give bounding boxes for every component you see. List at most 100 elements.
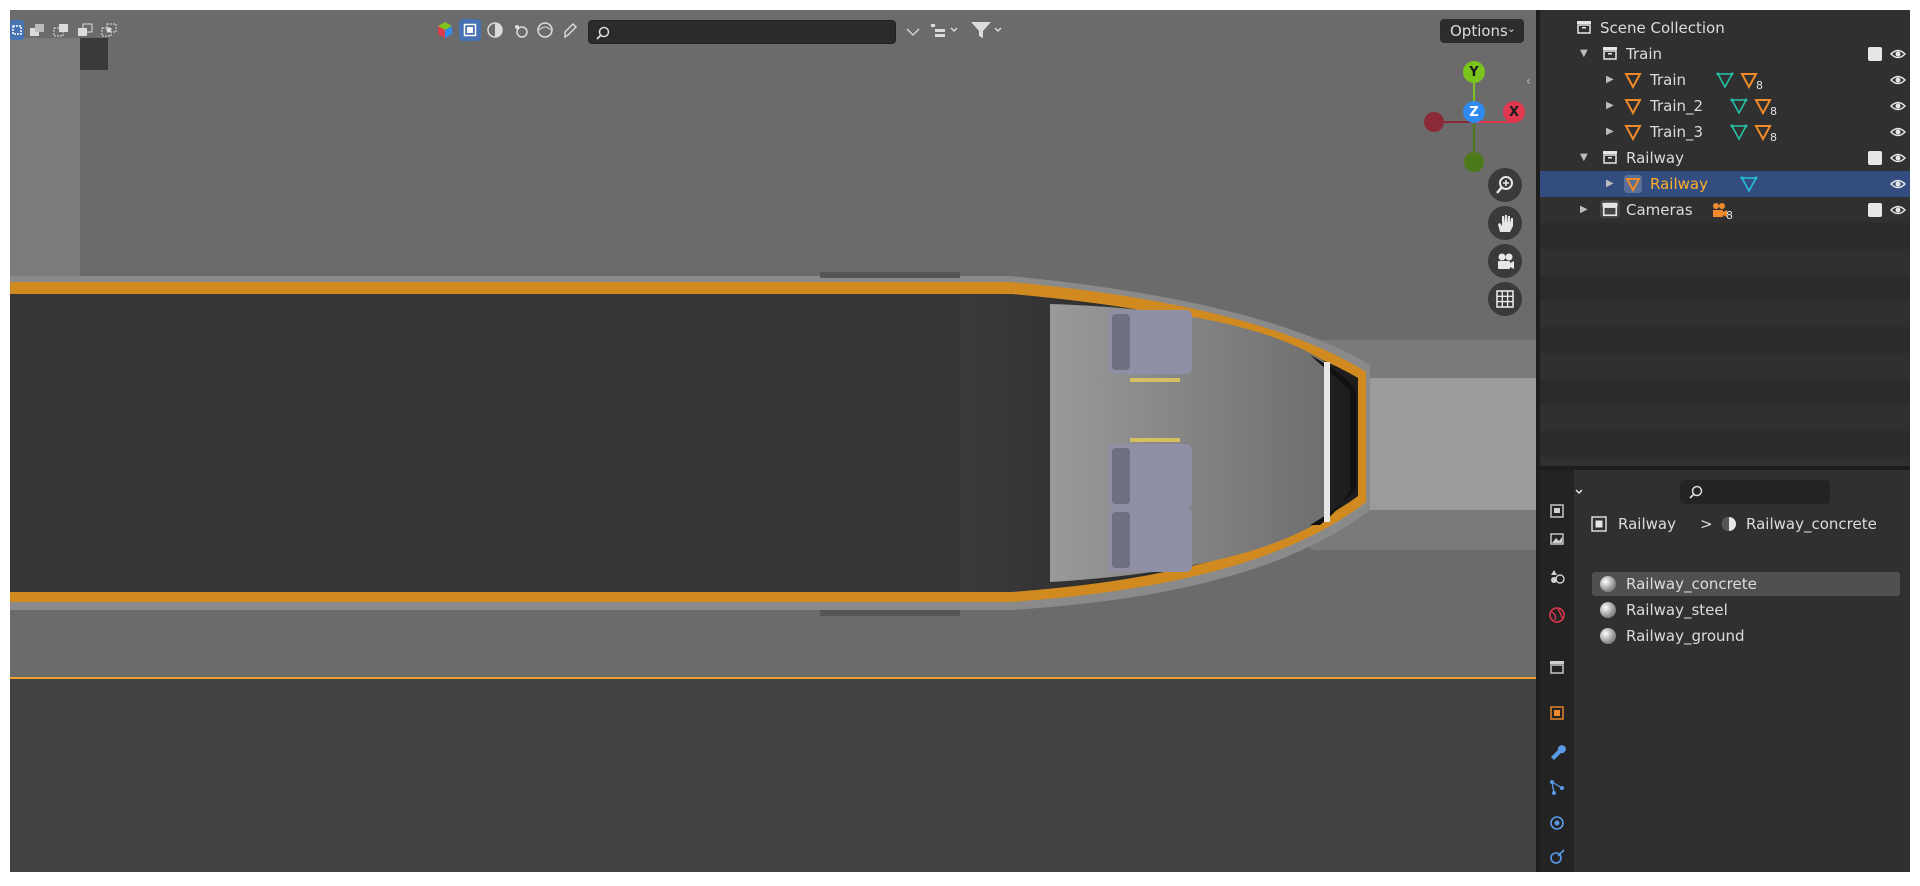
expand-triangle-icon[interactable]: ▶	[1606, 126, 1614, 137]
select-extend-icon[interactable]	[26, 20, 48, 40]
material-slot-name: Railway_concrete	[1626, 575, 1757, 593]
search-icon	[1689, 485, 1703, 499]
pan-hand-icon[interactable]	[1488, 206, 1522, 240]
tab-view-layer-icon[interactable]	[1544, 526, 1570, 552]
outliner-empty-row	[1540, 379, 1910, 405]
gizmo-x-axis[interactable]: X	[1503, 101, 1525, 123]
tab-render-output-icon[interactable]	[1544, 498, 1570, 524]
brush-icon[interactable]	[559, 19, 581, 41]
outliner-item-train-3[interactable]: ▶ Train_3 8	[1540, 119, 1910, 145]
shading-wireframe-button[interactable]	[459, 19, 481, 41]
filter-icon[interactable]	[968, 20, 1006, 40]
tab-object-icon[interactable]	[1544, 700, 1570, 726]
material-sphere-icon	[1600, 628, 1616, 644]
material-slot[interactable]: Railway_ground	[1592, 624, 1900, 648]
shading-rendered-button[interactable]	[534, 19, 556, 41]
tab-world-icon[interactable]	[1544, 602, 1570, 628]
breadcrumb-object: Railway	[1618, 515, 1676, 533]
object-icon	[1591, 516, 1607, 532]
checkbox-checked-icon[interactable]	[1868, 151, 1882, 165]
eye-visible-icon[interactable]	[1890, 203, 1906, 217]
expand-triangle-icon[interactable]: ▶	[1606, 100, 1614, 111]
select-invert-icon[interactable]	[74, 20, 96, 40]
outliner-item-label: Railway	[1626, 149, 1684, 167]
search-icon	[596, 26, 610, 40]
chevron-down-icon: ⌄	[1506, 22, 1516, 35]
outliner-empty-row	[1540, 275, 1910, 301]
collection-icon	[1600, 200, 1620, 218]
eye-visible-icon[interactable]	[1890, 177, 1906, 191]
properties-search-input[interactable]	[1680, 480, 1830, 504]
eye-visible-icon[interactable]	[1890, 47, 1906, 61]
mesh-object-icon	[1624, 175, 1642, 193]
tab-particles-icon[interactable]	[1544, 774, 1570, 800]
tab-constraints-icon[interactable]	[1544, 844, 1570, 870]
mesh-data-icon	[1730, 124, 1748, 141]
eye-visible-icon[interactable]	[1890, 99, 1906, 113]
mesh-object-icon	[1624, 73, 1642, 89]
outliner-item-label: Railway	[1650, 175, 1708, 193]
shading-material-button[interactable]	[509, 19, 531, 41]
expand-triangle-icon[interactable]: ▼	[1580, 48, 1588, 59]
select-new-icon[interactable]	[10, 20, 24, 40]
outliner-item-train-collection[interactable]: ▼ Train	[1540, 41, 1910, 67]
checkbox-checked-icon[interactable]	[1868, 203, 1882, 217]
mesh-data-icon	[1730, 98, 1748, 115]
camera-view-icon[interactable]	[1488, 244, 1522, 278]
breadcrumb-separator: >	[1700, 515, 1713, 533]
select-subtract-icon[interactable]	[50, 20, 72, 40]
outliner-empty-row	[1540, 431, 1910, 457]
material-sphere-icon	[1600, 602, 1616, 618]
eye-visible-icon[interactable]	[1890, 151, 1906, 165]
blender-window: Options ⌄ Y Z X ‹ Scene Collection ▼ Tra…	[10, 10, 1910, 872]
outliner-scene-collection[interactable]: Scene Collection	[1540, 15, 1910, 41]
outliner-item-railway[interactable]: ▶ Railway	[1540, 171, 1910, 197]
outliner-item-label: Train_2	[1650, 97, 1704, 115]
viewport-scene	[10, 10, 1536, 872]
sidebar-toggle-icon[interactable]: ‹	[1526, 74, 1536, 90]
display-mode-icon[interactable]	[928, 20, 962, 40]
tab-modifiers-wrench-icon[interactable]	[1544, 738, 1570, 764]
shading-solid-button[interactable]	[484, 19, 506, 41]
outliner-item-label: Train	[1626, 45, 1662, 63]
material-sphere-icon	[1600, 576, 1616, 592]
expand-triangle-icon[interactable]: ▶	[1606, 178, 1614, 189]
grid-view-icon[interactable]	[1488, 282, 1522, 316]
outliner-item-train[interactable]: ▶ Train 8	[1540, 67, 1910, 93]
options-dropdown[interactable]: Options ⌄	[1440, 19, 1524, 43]
outliner-item-railway-collection[interactable]: ▼ Railway	[1540, 145, 1910, 171]
material-slot[interactable]: Railway_steel	[1592, 598, 1900, 622]
select-intersect-icon[interactable]	[98, 20, 120, 40]
eye-visible-icon[interactable]	[1890, 125, 1906, 139]
collection-icon	[1603, 47, 1617, 60]
material-icon	[1722, 517, 1736, 531]
collection-icon	[1577, 21, 1591, 34]
tab-physics-icon[interactable]	[1544, 810, 1570, 836]
collection-icon	[1603, 151, 1617, 164]
material-slot[interactable]: Railway_concrete	[1592, 572, 1900, 596]
tab-collection-icon[interactable]	[1544, 654, 1570, 680]
material-slot-name: Railway_ground	[1626, 627, 1745, 645]
gizmo-y-axis[interactable]: Y	[1463, 61, 1485, 83]
outliner-item-label: Train	[1650, 71, 1686, 89]
expand-triangle-icon[interactable]: ▶	[1580, 204, 1588, 215]
zoom-icon[interactable]	[1488, 168, 1522, 202]
gizmo-z-axis[interactable]: Z	[1463, 101, 1485, 123]
3d-viewport[interactable]: Options ⌄ Y Z X ‹	[10, 10, 1536, 872]
outliner-item-cameras-collection[interactable]: ▶ Cameras 8	[1540, 197, 1910, 223]
eye-visible-icon[interactable]	[1890, 73, 1906, 87]
material-slot-name: Railway_steel	[1626, 601, 1728, 619]
gizmo-toggle-icon[interactable]	[434, 20, 456, 40]
viewport-search-input[interactable]	[588, 20, 896, 44]
checkbox-checked-icon[interactable]	[1868, 47, 1882, 61]
expand-triangle-icon[interactable]: ▼	[1580, 152, 1588, 163]
properties-tab-bar	[1540, 470, 1574, 872]
mesh-data-icon	[1716, 72, 1734, 89]
mesh-data-icon	[1740, 176, 1758, 193]
tab-scene-icon[interactable]	[1544, 564, 1570, 590]
outliner-item-train-2[interactable]: ▶ Train_2 8	[1540, 93, 1910, 119]
mesh-object-icon	[1624, 99, 1642, 115]
expand-triangle-icon[interactable]: ▶	[1606, 74, 1614, 85]
chevron-down-icon[interactable]	[902, 22, 924, 42]
outliner-panel: Scene Collection ▼ Train ▶ Train 8 ▶ Tra…	[1540, 10, 1910, 466]
